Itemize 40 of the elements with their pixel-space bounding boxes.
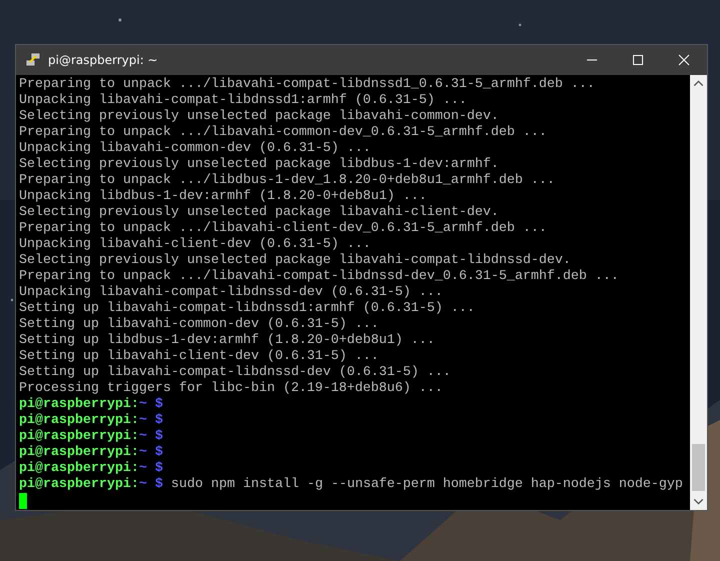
terminal-line: Setting up libavahi-common-dev (0.6.31-5) ... [19, 317, 380, 333]
terminal-line: Selecting previously unselected package libavahi-compat-libdnssd-dev. [19, 253, 572, 269]
prompt-host: pi@raspberrypi: [19, 445, 139, 460]
terminal-line: Processing triggers for libc-bin (2.19-18+deb8u6) ... [19, 381, 444, 397]
terminal-line: Setting up libavahi-compat-libdnssd-dev (0.6.31-5) ... [19, 365, 452, 381]
terminal-line: Selecting previously unselected package libavahi-common-dev. [19, 109, 500, 125]
prompt-host: pi@raspberrypi: [19, 477, 139, 492]
prompt-symbol: $ [154, 445, 163, 460]
terminal-line: Setting up libdbus-1-dev:armhf (1.8.20-0+deb8u1) ... [19, 333, 436, 349]
prompt-path: ~ [138, 397, 147, 412]
terminal-line: Preparing to unpack .../libavahi-compat-libdnssd-dev_0.6.31-5_armhf.deb ... [19, 269, 620, 285]
terminal-line: Preparing to unpack .../libavahi-common-dev_0.6.31-5_armhf.deb ... [19, 125, 548, 141]
prompt-path: ~ [138, 445, 147, 460]
prompt-path: ~ [138, 477, 147, 492]
terminal-line: Unpacking libavahi-common-dev (0.6.31-5) ... [19, 141, 372, 157]
terminal-line: Setting up libavahi-client-dev (0.6.31-5) ... [19, 349, 380, 365]
prompt-symbol: $ [154, 477, 163, 492]
prompt-host: pi@raspberrypi: [19, 397, 139, 412]
prompt-symbol: $ [154, 413, 163, 428]
terminal-line: Unpacking libavahi-client-dev (0.6.31-5) ... [19, 237, 372, 253]
command-text: sudo npm install -g --unsafe-perm homebridge hap-nodejs node-gyp [170, 477, 683, 492]
prompt-host: pi@raspberrypi: [19, 429, 139, 444]
prompt-path: ~ [138, 429, 147, 444]
prompt-symbol: $ [154, 461, 163, 476]
terminal-line: Selecting previously unselected package libdbus-1-dev:armhf. [19, 157, 500, 173]
prompt-host: pi@raspberrypi: [19, 461, 139, 476]
prompt-path: ~ [138, 413, 147, 428]
prompt-symbol: $ [154, 397, 163, 412]
terminal-line: Preparing to unpack .../libavahi-compat-libdnssd1_0.6.31-5_armhf.deb ... [19, 77, 596, 93]
prompt-symbol: $ [154, 429, 163, 444]
prompt-host: pi@raspberrypi: [19, 413, 139, 428]
terminal-line: Preparing to unpack .../libdbus-1-dev_1.8.20-0+deb8u1_armhf.deb ... [19, 173, 556, 189]
terminal-line: Selecting previously unselected package libavahi-client-dev. [19, 205, 500, 221]
terminal-line: Unpacking libavahi-compat-libdnssd-dev (0.6.31-5) ... [19, 285, 444, 301]
prompt-path: ~ [138, 461, 147, 476]
terminal-line: Preparing to unpack .../libavahi-client-dev_0.6.31-5_armhf.deb ... [19, 221, 548, 237]
terminal-line: Unpacking libdbus-1-dev:armhf (1.8.20-0+deb8u1) ... [19, 189, 428, 205]
terminal-line: Unpacking libavahi-compat-libdnssd1:armhf (0.6.31-5) ... [19, 93, 468, 109]
window-title: pi@raspberrypi: ~ [48, 53, 159, 67]
terminal-line: Setting up libavahi-compat-libdnssd1:armhf (0.6.31-5) ... [19, 301, 476, 317]
